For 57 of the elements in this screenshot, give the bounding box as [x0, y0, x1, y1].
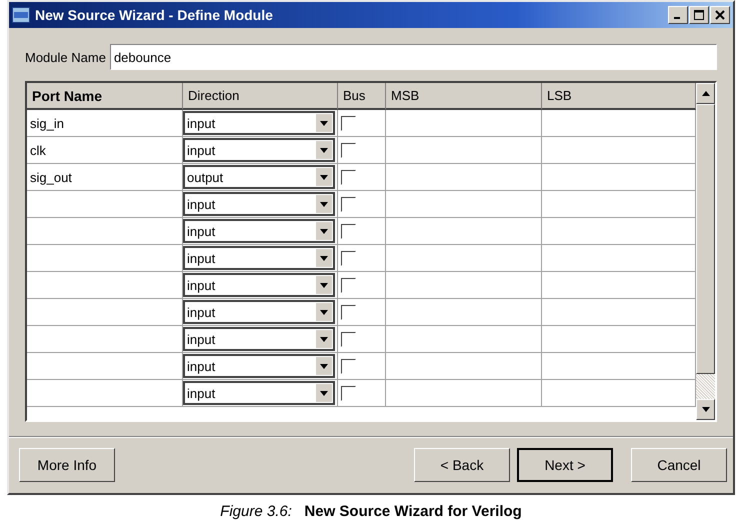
table-cell[interactable] — [386, 380, 542, 407]
column-header: Bus — [338, 83, 386, 110]
direction-dropdown[interactable]: input — [183, 192, 335, 216]
more-info-button[interactable]: More Info — [19, 448, 115, 482]
dropdown-arrow-icon — [320, 148, 328, 152]
direction-dropdown[interactable]: input — [183, 327, 335, 351]
column-header: MSB — [386, 83, 542, 110]
column-header: LSB — [542, 83, 696, 110]
direction-dropdown[interactable]: input — [183, 138, 335, 162]
table-cell[interactable] — [386, 353, 542, 380]
app-icon — [12, 7, 30, 23]
dropdown-arrow-icon — [320, 228, 328, 234]
module-name-field[interactable]: debounce — [110, 44, 717, 70]
minimize-icon — [674, 17, 680, 19]
table-cell[interactable] — [386, 326, 542, 353]
wizard-button[interactable]: Cancel — [631, 448, 727, 482]
dropdown-arrow-icon — [320, 310, 328, 314]
scroll-up-icon — [702, 91, 710, 96]
window-title: New Source Wizard - Define Module — [35, 7, 274, 23]
wizard-button[interactable]: < Back — [414, 448, 510, 482]
dropdown-arrow-icon — [320, 256, 328, 260]
close-button[interactable] — [710, 6, 730, 24]
module-name-label: Module Name — [25, 50, 106, 64]
column-header: Port Name — [27, 83, 183, 110]
table-cell[interactable] — [386, 245, 542, 272]
direction-dropdown[interactable]: input — [183, 219, 335, 243]
table-cell[interactable] — [386, 191, 542, 218]
minimize-button[interactable] — [668, 6, 688, 24]
figure-caption: Figure 3.6: New Source Wizard for Verilog — [220, 503, 522, 520]
direction-dropdown[interactable]: input — [183, 381, 335, 405]
dropdown-arrow-icon — [320, 174, 328, 180]
column-header: Direction — [183, 83, 338, 110]
scrollbar[interactable] — [696, 83, 715, 420]
table-cell[interactable] — [386, 299, 542, 326]
dropdown-arrow-icon — [320, 120, 328, 126]
table-cell[interactable] — [386, 137, 542, 164]
direction-dropdown[interactable]: input — [183, 111, 335, 135]
table-cell[interactable] — [386, 164, 542, 191]
dropdown-arrow-icon — [320, 282, 328, 288]
direction-dropdown[interactable]: input — [183, 354, 335, 378]
direction-dropdown[interactable]: input — [183, 273, 335, 297]
dropdown-arrow-icon — [320, 390, 328, 396]
wizard-button[interactable]: Next > — [517, 448, 613, 482]
direction-dropdown[interactable]: input — [183, 246, 335, 270]
close-icon — [715, 10, 725, 20]
maximize-icon — [694, 10, 704, 20]
table-cell[interactable] — [386, 110, 542, 137]
dropdown-arrow-icon — [320, 202, 328, 206]
table-cell[interactable] — [386, 218, 542, 245]
dropdown-arrow-icon — [320, 336, 328, 342]
direction-dropdown[interactable]: input — [183, 300, 335, 324]
direction-dropdown[interactable]: output — [183, 165, 335, 189]
scroll-down-icon — [702, 407, 710, 412]
dropdown-arrow-icon — [320, 364, 328, 368]
maximize-button[interactable] — [689, 6, 709, 24]
table-cell[interactable] — [386, 272, 542, 299]
scroll-thumb[interactable] — [696, 104, 715, 374]
